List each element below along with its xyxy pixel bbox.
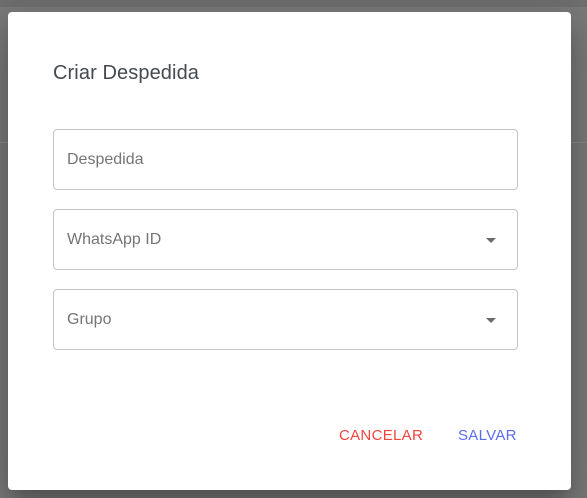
create-farewell-dialog: Criar Despedida WhatsApp ID Grupo CANCEL… — [8, 12, 571, 490]
group-select[interactable]: Grupo — [53, 289, 518, 350]
app-background-toolbar — [0, 0, 587, 7]
cancel-button[interactable]: CANCELAR — [339, 424, 423, 448]
whatsapp-id-select[interactable]: WhatsApp ID — [53, 209, 518, 270]
chevron-down-icon[interactable] — [486, 238, 496, 243]
chevron-down-icon[interactable] — [486, 318, 496, 323]
farewell-field[interactable] — [53, 129, 518, 190]
save-button[interactable]: SALVAR — [458, 424, 517, 448]
dialog-title: Criar Despedida — [53, 62, 200, 84]
farewell-input[interactable] — [54, 130, 517, 189]
group-label: Grupo — [67, 311, 112, 328]
whatsapp-id-label: WhatsApp ID — [67, 231, 162, 248]
